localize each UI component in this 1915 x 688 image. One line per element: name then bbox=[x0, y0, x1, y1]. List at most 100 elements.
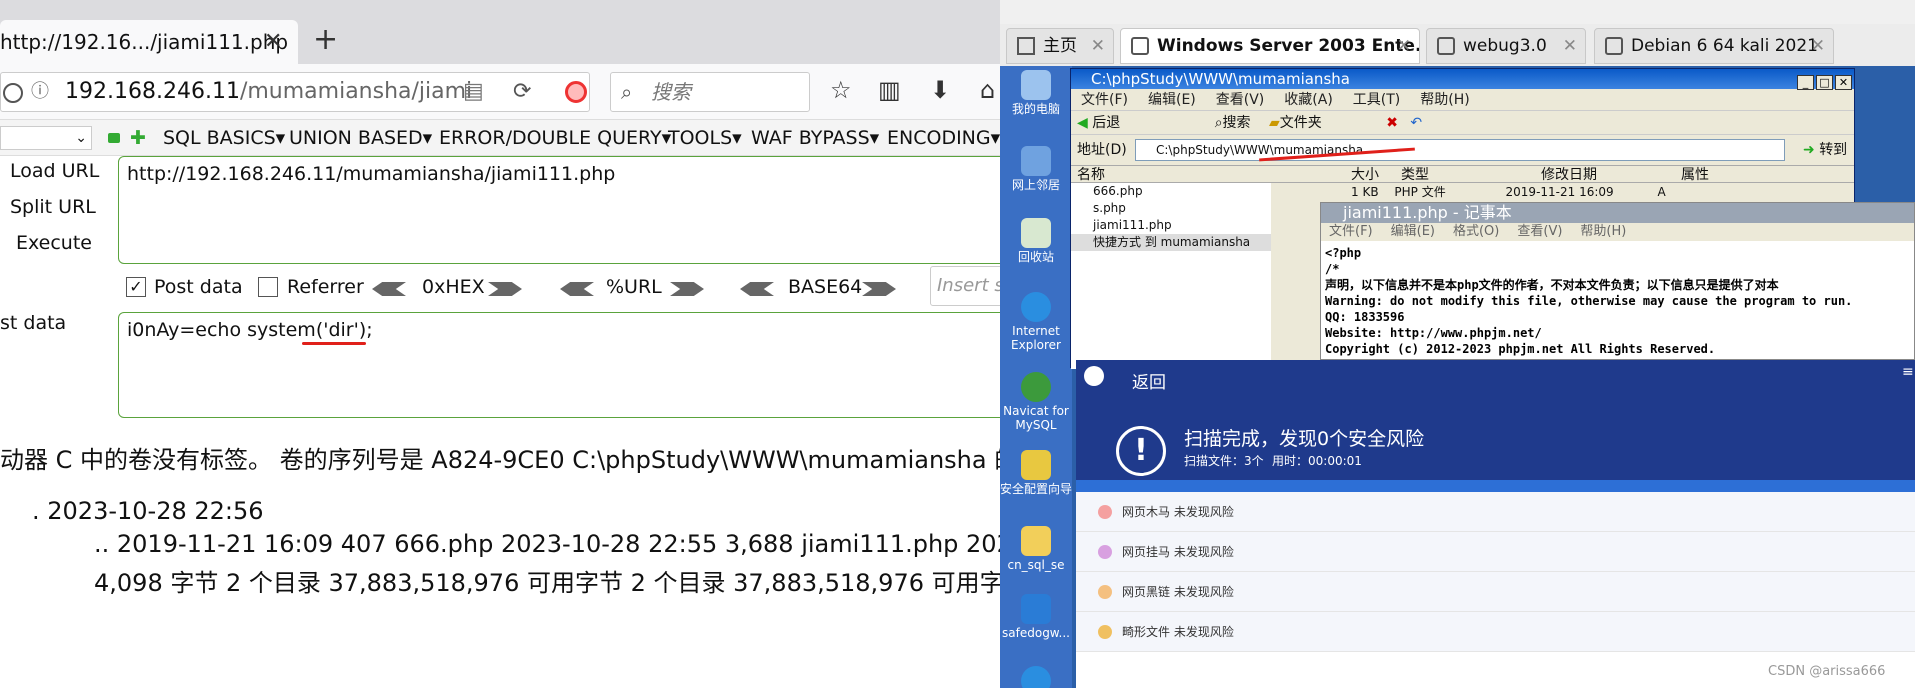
desktop-icon-label: Internet Explorer bbox=[1011, 324, 1061, 352]
menu-union-based[interactable]: UNION BASED▾ bbox=[289, 120, 432, 156]
split-url-button[interactable]: Split URL bbox=[10, 196, 96, 218]
delete-icon[interactable]: ✖ bbox=[1386, 115, 1398, 131]
url-bar[interactable]: ⓘ 192.168.246.11/mumamiansha/jiami ▤ ⟳ bbox=[0, 72, 590, 112]
blacklink-icon bbox=[1098, 585, 1112, 599]
close-icon[interactable]: ✕ bbox=[1397, 29, 1411, 63]
vm-icon bbox=[1131, 37, 1149, 55]
my-computer-icon[interactable]: 我的电脑 bbox=[1000, 70, 1072, 116]
bookmark-star-icon[interactable]: ☆ bbox=[830, 76, 852, 104]
close-button[interactable]: ✕ bbox=[1835, 75, 1852, 90]
close-icon[interactable]: ✕ bbox=[264, 20, 282, 64]
list-item[interactable]: 快捷方式 到 mumamiansha bbox=[1071, 234, 1271, 251]
close-icon[interactable]: ✕ bbox=[1091, 29, 1105, 63]
referrer-checkbox[interactable] bbox=[258, 277, 278, 297]
block-icon[interactable] bbox=[565, 81, 587, 103]
list-item[interactable]: jiami111.php bbox=[1071, 217, 1271, 234]
back-icon[interactable]: ◀ bbox=[1077, 115, 1088, 131]
menu-icon[interactable]: ≡ bbox=[1902, 364, 1914, 380]
firefox-window: http://192.16.../jiami111.php ✕ + ⓘ 192.… bbox=[0, 0, 1000, 688]
network-places-icon[interactable]: 网上邻居 bbox=[1000, 146, 1072, 192]
url-path: /mumamiansha/jiami bbox=[239, 79, 473, 104]
library-icon[interactable]: ▥ bbox=[878, 76, 901, 104]
info-icon[interactable]: ⓘ bbox=[31, 73, 49, 111]
menu-encoding[interactable]: ENCODING▾ bbox=[887, 120, 1000, 156]
left-arrow-icon[interactable] bbox=[372, 282, 406, 296]
vm-tab-windows-2003[interactable]: Windows Server 2003 Ente... ✕ bbox=[1120, 28, 1420, 64]
refresh-icon[interactable]: ⟳ bbox=[513, 73, 531, 111]
menu-view[interactable]: 查看(V) bbox=[1517, 224, 1562, 239]
ie-shortcut-icon[interactable] bbox=[1000, 666, 1072, 688]
right-arrow-icon[interactable] bbox=[488, 282, 522, 296]
undo-icon[interactable]: ↶ bbox=[1410, 115, 1422, 131]
insert-input[interactable]: Insert s bbox=[930, 266, 1000, 306]
menu-help[interactable]: 帮助(H) bbox=[1580, 224, 1626, 239]
menu-sql-basics[interactable]: SQL BASICS▾ bbox=[163, 120, 285, 156]
col-type[interactable]: 类型 bbox=[1401, 166, 1429, 184]
vm-tab-debian[interactable]: Debian 6 64 kali 2021 ✕ bbox=[1594, 28, 1834, 64]
security-wizard-icon[interactable]: 安全配置向导 bbox=[1000, 450, 1072, 496]
menu-file[interactable]: 文件(F) bbox=[1329, 224, 1373, 239]
right-arrow-icon[interactable] bbox=[670, 282, 704, 296]
folder-icon[interactable]: ▰ bbox=[1269, 115, 1280, 131]
internet-explorer-icon[interactable]: Internet Explorer bbox=[1000, 292, 1072, 352]
left-arrow-icon[interactable] bbox=[740, 282, 774, 296]
back-button[interactable]: 后退 bbox=[1092, 115, 1120, 131]
folders-button[interactable]: 文件夹 bbox=[1280, 115, 1322, 131]
server-icon[interactable]: ▤ bbox=[463, 73, 484, 111]
menu-format[interactable]: 格式(O) bbox=[1453, 224, 1499, 239]
vm-tab-webug[interactable]: webug3.0 ✕ bbox=[1426, 28, 1586, 64]
right-arrow-icon[interactable] bbox=[862, 282, 896, 296]
url-textarea[interactable]: http://192.168.246.11/mumamiansha/jiami1… bbox=[118, 156, 1000, 264]
col-attr[interactable]: 属性 bbox=[1681, 166, 1709, 184]
menu-tools[interactable]: 工具(T) bbox=[1353, 92, 1400, 108]
list-item[interactable]: 666.php bbox=[1071, 183, 1271, 200]
execute-button[interactable]: Execute bbox=[16, 232, 92, 254]
search-icon[interactable]: ⌕ bbox=[1215, 115, 1223, 131]
folder-icon[interactable]: cn_sql_se bbox=[1000, 526, 1072, 572]
notepad-content[interactable]: <?php /* 声明，以下信息并不是本php文件的作者，不对本文件负责；以下信… bbox=[1321, 241, 1914, 361]
col-size[interactable]: 大小 bbox=[1351, 166, 1379, 184]
plus-icon[interactable]: ✚ bbox=[130, 120, 146, 156]
menu-favorites[interactable]: 收藏(A) bbox=[1284, 92, 1333, 108]
hackbar-select[interactable]: ⌄ bbox=[0, 126, 92, 150]
address-input[interactable]: C:\phpStudy\WWW\mumamiansha bbox=[1135, 139, 1785, 161]
navicat-icon[interactable]: Navicat for MySQL bbox=[1000, 372, 1072, 432]
back-button[interactable]: 返回 bbox=[1132, 368, 1166, 393]
post-data-textarea[interactable]: i0nAy=echo system('dir'); bbox=[118, 312, 1000, 418]
load-url-button[interactable]: Load URL bbox=[10, 160, 99, 182]
scan-title: 扫描完成，发现0个安全风险 bbox=[1184, 428, 1425, 450]
minus-icon[interactable] bbox=[108, 133, 120, 143]
menu-file[interactable]: 文件(F) bbox=[1081, 92, 1128, 108]
col-name[interactable]: 名称 bbox=[1077, 166, 1105, 184]
vm-tab-home[interactable]: 主页 ✕ bbox=[1006, 28, 1114, 64]
browser-tab[interactable]: http://192.16.../jiami111.php ✕ bbox=[0, 20, 298, 64]
menu-waf-bypass[interactable]: WAF BYPASS▾ bbox=[751, 120, 879, 156]
maximize-button[interactable]: □ bbox=[1816, 75, 1833, 90]
recycle-bin-icon[interactable]: 回收站 bbox=[1000, 218, 1072, 264]
search-button[interactable]: 搜索 bbox=[1223, 115, 1251, 131]
list-item[interactable]: s.php bbox=[1071, 200, 1271, 217]
close-icon[interactable]: ✕ bbox=[1811, 29, 1825, 63]
col-date[interactable]: 修改日期 bbox=[1541, 166, 1597, 184]
search-input[interactable]: ⌕ 搜索 bbox=[610, 72, 810, 112]
reload-circle-icon[interactable] bbox=[3, 83, 23, 103]
vm-icon bbox=[1437, 37, 1455, 55]
left-arrow-icon[interactable] bbox=[560, 282, 594, 296]
post-data-checkbox[interactable]: ✓ bbox=[126, 277, 146, 297]
go-button[interactable]: ➜ 转到 bbox=[1803, 135, 1847, 165]
menu-edit[interactable]: 编辑(E) bbox=[1391, 224, 1435, 239]
close-icon[interactable]: ✕ bbox=[1563, 29, 1577, 63]
minimize-button[interactable]: _ bbox=[1797, 75, 1814, 90]
menu-error-double-query[interactable]: ERROR/DOUBLE QUERY▾ bbox=[439, 120, 671, 156]
home-icon[interactable]: ⌂ bbox=[980, 76, 995, 104]
menu-tools[interactable]: TOOLS▾ bbox=[668, 120, 742, 156]
file-size: 1 KB bbox=[1351, 185, 1379, 199]
menu-help[interactable]: 帮助(H) bbox=[1420, 92, 1469, 108]
download-icon[interactable]: ⬇ bbox=[930, 76, 950, 104]
menu-view[interactable]: 查看(V) bbox=[1216, 92, 1265, 108]
explorer-toolbar: ◀ 后退 ⌕搜索 ▰文件夹 ✖ ↶ bbox=[1071, 111, 1854, 135]
safedog-icon[interactable]: safedogw... bbox=[1000, 594, 1072, 640]
desktop-icon-label: 网上邻居 bbox=[1011, 178, 1060, 192]
menu-edit[interactable]: 编辑(E) bbox=[1148, 92, 1196, 108]
new-tab-button[interactable]: + bbox=[313, 22, 338, 57]
